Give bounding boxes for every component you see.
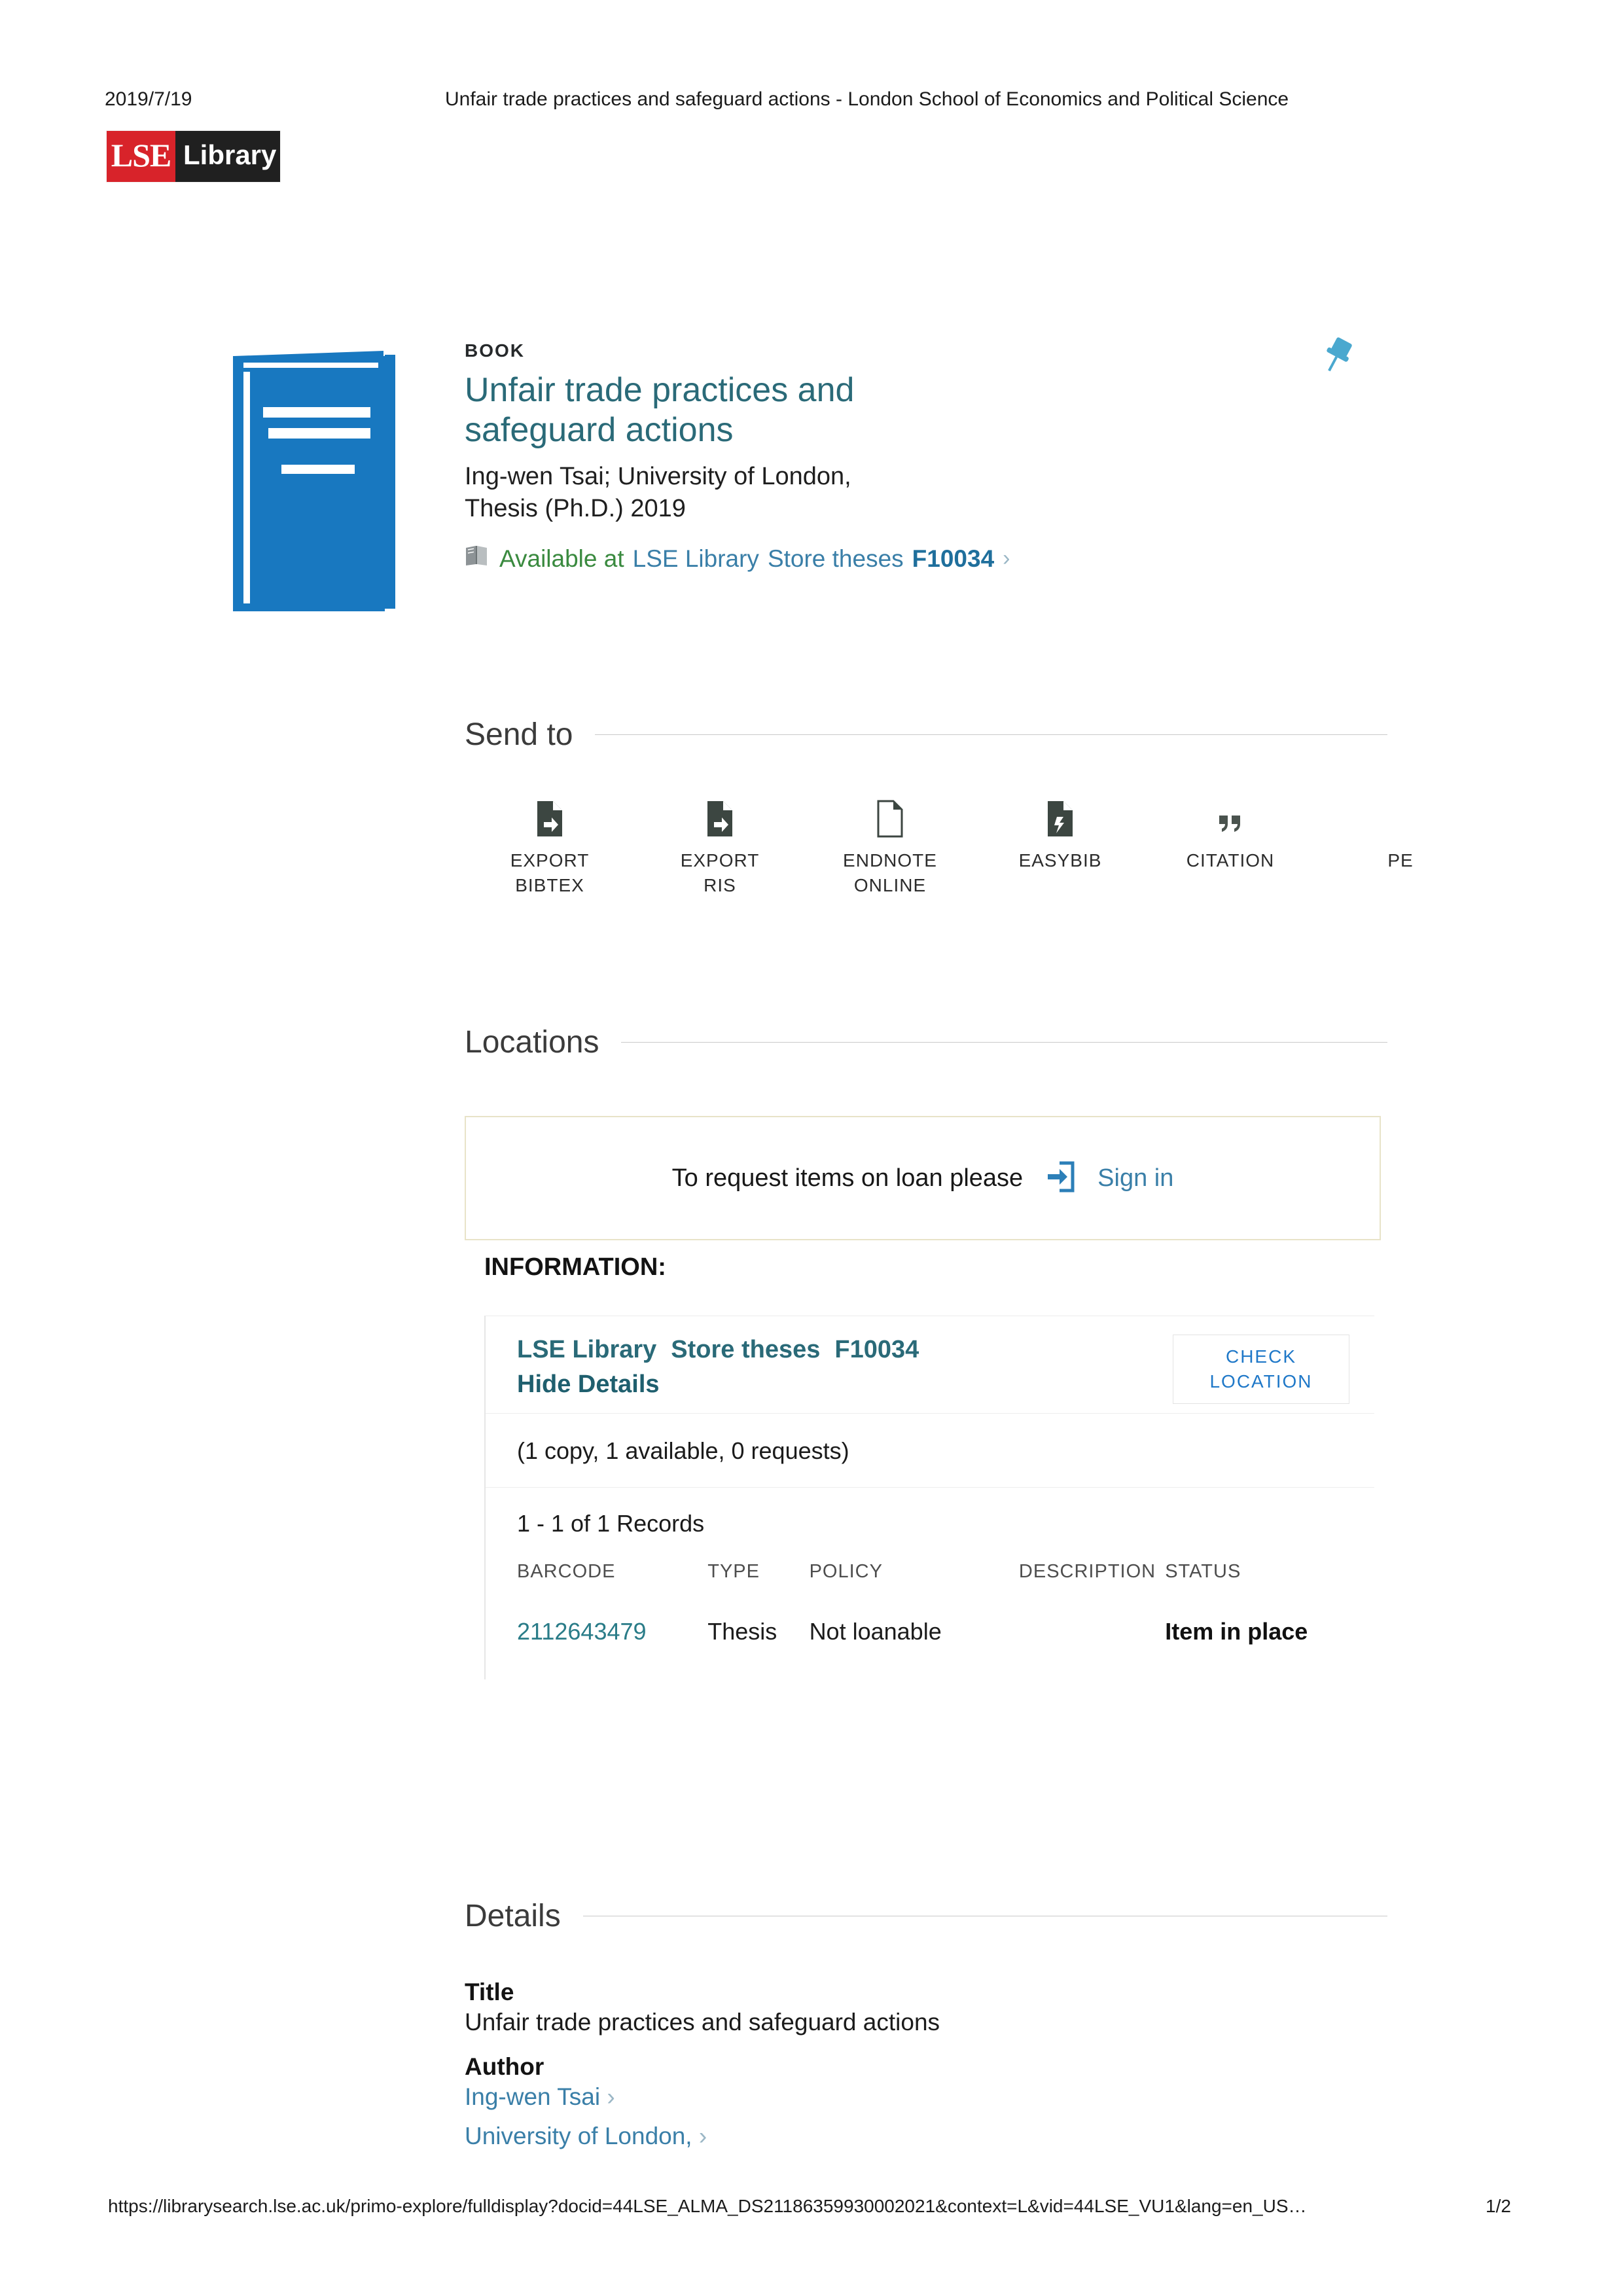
chevron-right-icon: › xyxy=(1003,546,1010,571)
sign-in-link[interactable]: Sign in xyxy=(1097,1164,1173,1193)
send-to-heading-label: Send to xyxy=(465,717,573,752)
cell-status: Item in place xyxy=(1165,1618,1308,1645)
detail-value-title: Unfair trade practices and safeguard act… xyxy=(465,2009,940,2036)
send-to-citation[interactable]: CITATION xyxy=(1145,797,1315,873)
cell-type: Thesis xyxy=(707,1618,777,1645)
footer-url: https://librarysearch.lse.ac.uk/primo-ex… xyxy=(108,2196,1307,2216)
record-contributors: Ing-wen Tsai; University of London, xyxy=(465,462,851,490)
section-divider xyxy=(621,1042,1387,1043)
send-to-section: Send to EXPORT BIBTEX EXPORT RIS ENDNOTE… xyxy=(465,717,1446,898)
record-body: BOOK Unfair trade practices and safeguar… xyxy=(465,340,1355,573)
detail-author-name-2: University of London, xyxy=(465,2123,692,2149)
availability-call-number: F10034 xyxy=(912,545,995,572)
detail-label-title: Title xyxy=(465,1979,514,2005)
column-header-policy: POLICY xyxy=(809,1561,883,1582)
holdings-table: BARCODE TYPE POLICY DESCRIPTION STATUS 2… xyxy=(486,1537,1374,1679)
details-field-list: Title Unfair trade practices and safegua… xyxy=(465,1979,1446,2150)
information-section: INFORMATION: LSE Library Store theses F100… xyxy=(484,1253,1414,1679)
column-header-status: STATUS xyxy=(1165,1561,1241,1582)
record-title[interactable]: Unfair trade practices and safeguard act… xyxy=(465,370,1014,450)
details-heading-label: Details xyxy=(465,1899,561,1933)
information-panel: LSE Library Store theses F10034 Hide Detai… xyxy=(484,1316,1374,1679)
detail-label-author: Author xyxy=(465,2053,544,2080)
column-header-type: TYPE xyxy=(707,1561,760,1582)
send-to-label: PE xyxy=(1387,850,1414,870)
logo-lse-text: LSE xyxy=(107,131,175,182)
open-book-icon xyxy=(465,545,491,573)
send-to-label: EXPORT BIBTEX xyxy=(510,850,590,895)
print-header: 2019/7/19 Unfair trade practices and saf… xyxy=(0,88,1623,115)
cell-barcode[interactable]: 2112643479 xyxy=(517,1618,707,1645)
send-to-export-ris[interactable]: EXPORT RIS xyxy=(635,797,805,898)
logo-library-text: Library xyxy=(175,131,280,182)
send-to-label: EASYBIB xyxy=(1018,850,1102,870)
permalink-icon xyxy=(1315,797,1486,838)
column-header-barcode: BARCODE xyxy=(517,1561,616,1582)
records-count: 1 - 1 of 1 Records xyxy=(517,1510,705,1537)
export-file-icon xyxy=(635,797,805,838)
record-type-label: BOOK xyxy=(465,340,525,361)
record-format-year: Thesis (Ph.D.) 2019 xyxy=(465,495,686,523)
availability-library[interactable]: LSE Library xyxy=(633,545,759,573)
locations-section: Locations To request items on loan pleas… xyxy=(465,1024,1446,1240)
send-to-items: EXPORT BIBTEX EXPORT RIS ENDNOTE ONLINE xyxy=(465,797,1446,898)
details-heading: Details xyxy=(465,1898,1387,1934)
send-to-endnote-online[interactable]: ENDNOTE ONLINE xyxy=(805,797,975,898)
footer-page-number: 1/2 xyxy=(1486,2196,1511,2216)
send-to-label: ENDNOTE ONLINE xyxy=(843,850,937,895)
column-header-description: DESCRIPTION xyxy=(1018,1561,1156,1582)
locations-heading-label: Locations xyxy=(465,1025,599,1060)
sign-in-icon[interactable] xyxy=(1045,1160,1075,1196)
pushpin-icon[interactable] xyxy=(1315,334,1361,380)
cell-policy: Not loanable xyxy=(809,1618,942,1645)
lse-library-logo[interactable]: LSE Library xyxy=(107,131,280,182)
availability-status: Available at xyxy=(499,545,624,572)
send-to-label: EXPORT RIS xyxy=(680,850,760,895)
information-library: LSE Library xyxy=(517,1336,657,1363)
book-cover-icon xyxy=(229,347,406,615)
print-footer: https://librarysearch.lse.ac.uk/primo-ex… xyxy=(0,2196,1623,2222)
signin-prompt-text: To request items on loan please xyxy=(671,1164,1024,1192)
section-divider xyxy=(595,734,1387,735)
send-to-heading: Send to xyxy=(465,717,1387,753)
information-collection: Store theses xyxy=(671,1336,821,1363)
print-date: 2019/7/19 xyxy=(105,88,192,110)
send-to-label: CITATION xyxy=(1186,850,1275,870)
send-to-permalink[interactable]: PE xyxy=(1315,797,1486,873)
information-call-number: F10034 xyxy=(834,1336,919,1363)
quote-icon xyxy=(1145,797,1315,838)
information-location-block: LSE Library Store theses F10034 Hide Detai… xyxy=(486,1316,1374,1413)
copies-summary: (1 copy, 1 available, 0 requests) xyxy=(517,1437,849,1464)
detail-author-name-1: Ing-wen Tsai xyxy=(465,2083,601,2110)
print-page-title: Unfair trade practices and safeguard act… xyxy=(445,88,1289,110)
record-summary: BOOK Unfair trade practices and safeguar… xyxy=(229,337,1407,611)
detail-author-link-1[interactable]: Ing-wen Tsai › xyxy=(465,2083,1446,2111)
details-section: Details Title Unfair trade practices and… xyxy=(465,1898,1446,2162)
table-header-row: BARCODE TYPE POLICY DESCRIPTION STATUS xyxy=(517,1561,1343,1583)
export-file-icon xyxy=(975,797,1145,838)
availability-collection[interactable]: Store theses xyxy=(768,545,904,573)
availability-line[interactable]: Available at LSE Library Store theses F1… xyxy=(465,545,1355,573)
locations-heading: Locations xyxy=(465,1024,1387,1060)
chevron-right-icon: › xyxy=(698,2123,707,2149)
export-file-icon xyxy=(465,797,635,838)
chevron-right-icon: › xyxy=(607,2083,615,2110)
document-icon xyxy=(805,797,975,838)
send-to-easybib[interactable]: EASYBIB xyxy=(975,797,1145,873)
table-row: 2112643479 Thesis Not loanable Item in p… xyxy=(517,1618,1343,1645)
check-location-button[interactable]: CHECK LOCATION xyxy=(1173,1335,1349,1404)
send-to-export-bibtex[interactable]: EXPORT BIBTEX xyxy=(465,797,635,898)
information-heading: INFORMATION: xyxy=(484,1253,666,1281)
signin-prompt-box: To request items on loan please Sign in xyxy=(465,1116,1381,1240)
detail-author-link-2[interactable]: University of London, › xyxy=(465,2123,1446,2150)
